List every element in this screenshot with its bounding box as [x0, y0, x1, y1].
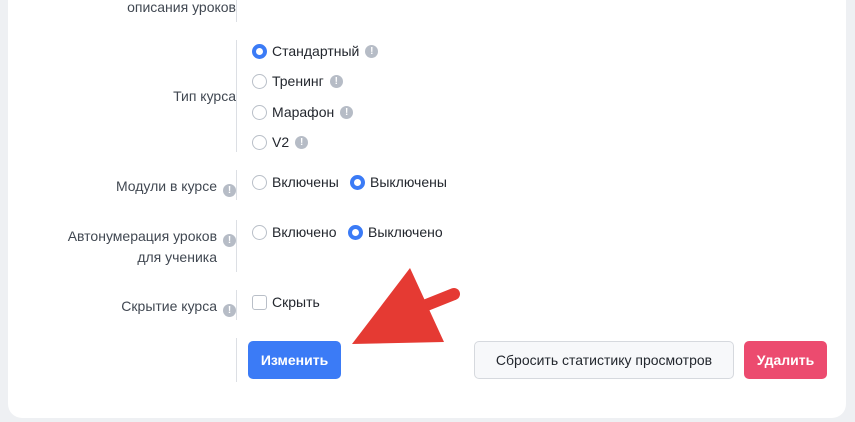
- radio-checked[interactable]: [350, 174, 365, 190]
- reset-stats-button[interactable]: Сбросить статистику просмотров: [474, 341, 734, 379]
- modules-label: Модули в курсе!: [116, 176, 236, 197]
- course-type-option-training[interactable]: Тренинг !: [252, 71, 343, 91]
- info-icon[interactable]: !: [223, 184, 236, 197]
- divider: [236, 290, 237, 320]
- radio[interactable]: [252, 224, 267, 240]
- divider: [236, 220, 237, 272]
- autonumbering-option-on[interactable]: Включено: [252, 222, 337, 242]
- course-type-option-standard[interactable]: Стандартный !: [252, 41, 379, 61]
- radio-checked[interactable]: [252, 43, 267, 59]
- info-icon[interactable]: !: [295, 135, 309, 149]
- divider: [236, 40, 237, 152]
- modules-option-on[interactable]: Включены: [252, 172, 339, 192]
- hide-course-checkbox[interactable]: Скрыть: [252, 292, 320, 312]
- course-type-option-v2[interactable]: V2 !: [252, 132, 309, 152]
- info-icon[interactable]: !: [340, 105, 354, 119]
- course-type-option-marathon[interactable]: Марафон !: [252, 102, 354, 122]
- red-arrow-annotation: [352, 268, 460, 344]
- info-icon[interactable]: !: [329, 74, 343, 88]
- modules-option-off[interactable]: Выключены: [350, 172, 447, 192]
- radio-checked[interactable]: [348, 224, 363, 240]
- autonumbering-label: Автонумерация уроков! для ученика: [68, 226, 236, 267]
- hide-course-label: Скрытие курса!: [121, 296, 236, 317]
- divider: [236, 0, 237, 22]
- info-icon[interactable]: !: [223, 304, 236, 317]
- autonumbering-option-off[interactable]: Выключено: [348, 222, 443, 242]
- edit-button[interactable]: Изменить: [248, 341, 341, 379]
- radio[interactable]: [252, 73, 267, 89]
- lesson-descriptions-label: описания уроков: [127, 0, 236, 15]
- info-icon[interactable]: !: [365, 44, 379, 58]
- divider: [236, 338, 237, 382]
- divider: [236, 170, 237, 200]
- course-type-label: Тип курса: [173, 88, 236, 104]
- delete-button[interactable]: Удалить: [744, 341, 827, 379]
- info-icon[interactable]: !: [223, 234, 236, 247]
- radio[interactable]: [252, 134, 267, 150]
- checkbox[interactable]: [252, 294, 267, 310]
- radio[interactable]: [252, 104, 267, 120]
- radio[interactable]: [252, 174, 267, 190]
